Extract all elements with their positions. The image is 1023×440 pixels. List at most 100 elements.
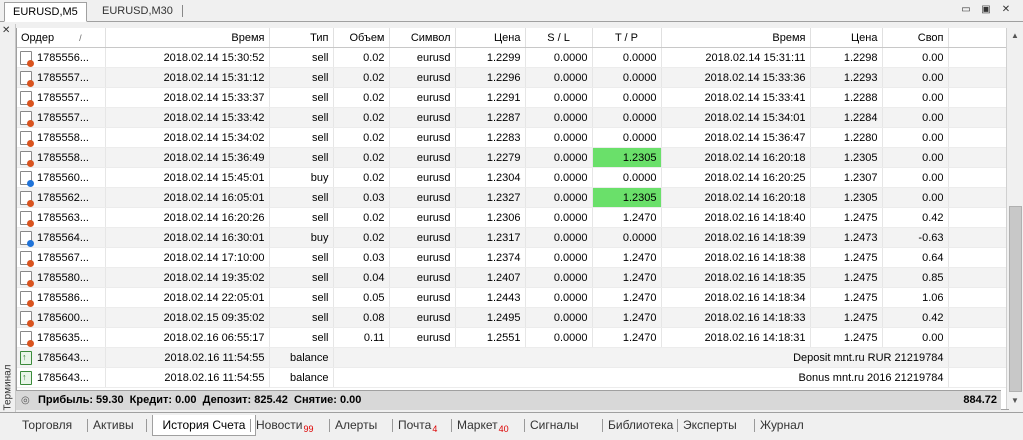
- bottom-tab-0[interactable]: Торговля: [22, 415, 84, 435]
- col-swap[interactable]: Своп: [882, 28, 949, 48]
- col-sl[interactable]: S / L: [525, 28, 593, 48]
- bottom-tab-3[interactable]: Новости99: [256, 415, 326, 435]
- table-row[interactable]: 1785556... 2018.02.14 15:30:52 sell 0.02 eur…: [17, 47, 1008, 68]
- col-symbol[interactable]: Символ: [389, 28, 456, 48]
- cell-open-time: 2018.02.15 09:35:02: [105, 307, 270, 328]
- cell-open-price: 1.2304: [455, 167, 526, 188]
- cell-order: ↑ 1785643...: [17, 347, 106, 368]
- summary-total: 884.72: [963, 394, 997, 406]
- chart-tab-eurusd-m30[interactable]: EURUSD,M30: [94, 2, 181, 20]
- cell-symbol: eurusd: [389, 167, 456, 188]
- cell-type: sell: [269, 207, 334, 228]
- table-row[interactable]: 1785562... 2018.02.14 16:05:01 sell 0.03 eur…: [17, 187, 1008, 208]
- cell-type: sell: [269, 307, 334, 328]
- chart-tab-eurusd-m5[interactable]: EURUSD,M5: [4, 2, 87, 22]
- cell-tp: 1.2470: [592, 247, 662, 268]
- bottom-tab-6[interactable]: Маркет40: [457, 415, 522, 435]
- table-row[interactable]: 1785563... 2018.02.14 16:20:26 sell 0.02 eur…: [17, 207, 1008, 228]
- bottom-tab-8[interactable]: Библиотека: [608, 415, 676, 435]
- balance-icon: ↑: [20, 351, 32, 365]
- cell-open-price: 1.2306: [455, 207, 526, 228]
- tab-separator: [524, 419, 525, 432]
- cell-swap: 0.00: [882, 127, 949, 148]
- cell-type: sell: [269, 287, 334, 308]
- cell-order: 1785558...: [17, 127, 106, 148]
- cell-volume: 0.02: [333, 67, 390, 88]
- cell-open-price: 1.2296: [455, 67, 526, 88]
- table-row[interactable]: 1785567... 2018.02.14 17:10:00 sell 0.03 eur…: [17, 247, 1008, 268]
- cell-symbol: eurusd: [389, 67, 456, 88]
- cell-swap: 0.00: [882, 87, 949, 108]
- cell-type: sell: [269, 267, 334, 288]
- table-row[interactable]: 1785600... 2018.02.15 09:35:02 sell 0.08 eur…: [17, 307, 1008, 328]
- col-type[interactable]: Тип: [269, 28, 334, 48]
- restore-icon[interactable]: ▣: [979, 3, 993, 17]
- cell-profit: 0.60: [948, 107, 1008, 128]
- bottom-tab-1[interactable]: Активы: [93, 415, 145, 435]
- table-row[interactable]: 1785586... 2018.02.14 22:05:01 sell 0.05 eur…: [17, 287, 1008, 308]
- col-volume[interactable]: Объем: [333, 28, 390, 48]
- cell-volume: 0.02: [333, 107, 390, 128]
- col-tp[interactable]: T / P: [592, 28, 662, 48]
- cell-open-time: 2018.02.14 15:36:49: [105, 147, 270, 168]
- bottom-tab-5[interactable]: Почта4: [398, 415, 448, 435]
- cell-symbol: eurusd: [389, 287, 456, 308]
- balance-row[interactable]: ↑ 1785643... 2018.02.16 11:54:55 balance Bon…: [17, 367, 1008, 388]
- bottom-tab-10[interactable]: Журнал: [760, 415, 812, 435]
- scroll-thumb[interactable]: [1009, 206, 1022, 392]
- cell-order: ↑ 1785643...: [17, 367, 106, 388]
- buy-order-icon: [20, 231, 34, 247]
- cell-symbol: eurusd: [389, 107, 456, 128]
- cell-sl: 0.0000: [525, 47, 593, 68]
- cell-close-time: 2018.02.16 14:18:34: [661, 287, 811, 308]
- cell-tp: 1.2470: [592, 267, 662, 288]
- cell-volume: 0.02: [333, 167, 390, 188]
- bottom-tab-7[interactable]: Сигналы: [530, 415, 600, 435]
- close-icon[interactable]: ✕: [999, 3, 1013, 17]
- table-row[interactable]: 1785558... 2018.02.14 15:34:02 sell 0.02 eur…: [17, 127, 1008, 148]
- col-open-time[interactable]: Время: [105, 28, 270, 48]
- table-row[interactable]: 1785557... 2018.02.14 15:33:37 sell 0.02 eur…: [17, 87, 1008, 108]
- cell-symbol: eurusd: [389, 47, 456, 68]
- cell-profit: -30.30: [948, 247, 1008, 268]
- cell-open-price: 1.2495: [455, 307, 526, 328]
- scroll-down-icon[interactable]: ▼: [1007, 393, 1023, 409]
- table-row[interactable]: 1785635... 2018.02.16 06:55:17 sell 0.11 eur…: [17, 327, 1008, 348]
- bottom-tab-9[interactable]: Эксперты: [683, 415, 753, 435]
- summary-text: Прибыль: 59.30 Кредит: 0.00 Депозит: 825…: [38, 394, 362, 406]
- table-row[interactable]: 1785558... 2018.02.14 15:36:49 sell 0.02 eur…: [17, 147, 1008, 168]
- table-row[interactable]: 1785560... 2018.02.14 15:45:01 buy 0.02 euru…: [17, 167, 1008, 188]
- col-profit[interactable]: Прибыль: [948, 28, 1008, 48]
- terminal-close-icon[interactable]: ✕: [2, 26, 10, 36]
- cell-tp: 0.0000: [592, 47, 662, 68]
- cell-order: 1785567...: [17, 247, 106, 268]
- cell-close-price: 1.2475: [810, 327, 883, 348]
- table-row[interactable]: 1785557... 2018.02.14 15:33:42 sell 0.02 eur…: [17, 107, 1008, 128]
- vertical-scrollbar[interactable]: ▲ ▼: [1006, 28, 1023, 409]
- tab-separator: [677, 419, 678, 432]
- table-row[interactable]: 1785580... 2018.02.14 19:35:02 sell 0.04 eur…: [17, 267, 1008, 288]
- cell-close-price: 1.2475: [810, 267, 883, 288]
- chart-tab-bar: EURUSD,M5 EURUSD,M30 ▭ ▣ ✕: [0, 0, 1023, 22]
- cell-symbol: eurusd: [389, 227, 456, 248]
- tab-separator: [392, 419, 393, 432]
- table-row[interactable]: 1785557... 2018.02.14 15:31:12 sell 0.02 eur…: [17, 67, 1008, 88]
- cell-order: 1785558...: [17, 147, 106, 168]
- minimize-icon[interactable]: ▭: [959, 3, 973, 17]
- col-close-time[interactable]: Время: [661, 28, 811, 48]
- cell-symbol: eurusd: [389, 127, 456, 148]
- cell-swap: 0.00: [882, 47, 949, 68]
- bottom-tab-4[interactable]: Алерты: [335, 415, 390, 435]
- col-close-price[interactable]: Цена: [810, 28, 883, 48]
- cell-swap: 0.85: [882, 267, 949, 288]
- col-order[interactable]: Ордер /: [17, 28, 106, 48]
- balance-row[interactable]: ↑ 1785643... 2018.02.16 11:54:55 balance Dep…: [17, 347, 1008, 368]
- cell-open-price: 1.2283: [455, 127, 526, 148]
- col-open-price[interactable]: Цена: [455, 28, 526, 48]
- cell-close-time: 2018.02.16 14:18:40: [661, 207, 811, 228]
- scroll-up-icon[interactable]: ▲: [1007, 28, 1023, 44]
- table-row[interactable]: 1785564... 2018.02.14 16:30:01 buy 0.02 euru…: [17, 227, 1008, 248]
- bottom-tab-2[interactable]: История Счета: [152, 415, 256, 436]
- cell-open-price: 1.2374: [455, 247, 526, 268]
- cell-close-time: 2018.02.16 14:18:31: [661, 327, 811, 348]
